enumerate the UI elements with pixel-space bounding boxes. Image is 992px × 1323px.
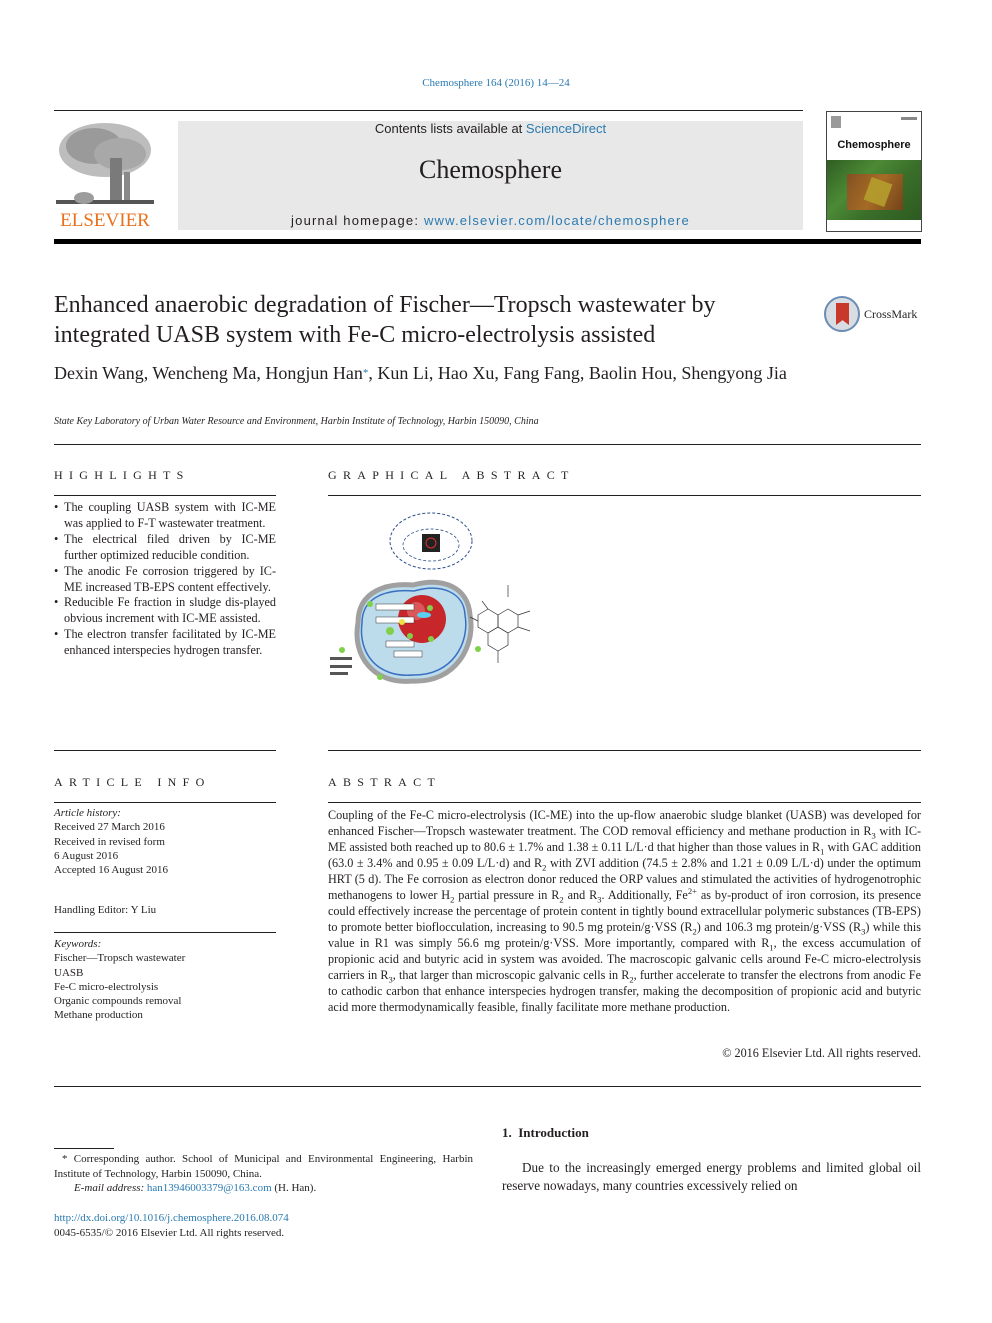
- introduction-text: Due to the increasingly emerged energy p…: [502, 1159, 921, 1195]
- journal-cover-thumbnail[interactable]: Chemosphere: [826, 111, 922, 232]
- authors-part-1: Dexin Wang, Wencheng Ma, Hongjun Han: [54, 363, 363, 383]
- elsevier-tree-icon: [56, 123, 154, 204]
- elsevier-wordmark: ELSEVIER: [60, 210, 150, 231]
- doi-link[interactable]: http://dx.doi.org/10.1016/j.chemosphere.…: [54, 1212, 289, 1224]
- corresponding-author-note: * Corresponding author. School of Munici…: [54, 1153, 473, 1180]
- history-entry: 6 August 2016: [54, 849, 119, 862]
- article-info-heading: ARTICLE INFO: [54, 775, 211, 789]
- abstract-body: Coupling of the Fe-C micro-electrolysis …: [328, 808, 922, 1014]
- journal-homepage-link[interactable]: www.elsevier.com/locate/chemosphere: [424, 213, 690, 228]
- highlight-item: Reducible Fe fraction in sludge dis-play…: [54, 595, 276, 627]
- abstract-heading: ABSTRACT: [328, 775, 442, 789]
- homepage-prefix: journal homepage:: [291, 213, 424, 228]
- footnotes: * Corresponding author. School of Munici…: [54, 1152, 473, 1196]
- cover-issn-mark: [901, 117, 917, 120]
- article-info-rule: [54, 802, 276, 803]
- highlights-end-rule: [54, 750, 276, 751]
- keyword: Organic compounds removal: [54, 995, 182, 1008]
- sciencedirect-link[interactable]: ScienceDirect: [526, 121, 606, 136]
- highlights-rule: [54, 495, 276, 496]
- highlights-list: The coupling UASB system with IC-ME was …: [54, 500, 276, 659]
- contents-line: Contents lists available at ScienceDirec…: [178, 121, 803, 136]
- abstract-copyright: © 2016 Elsevier Ltd. All rights reserved…: [722, 1046, 921, 1060]
- ga-carrier-photo: [422, 534, 440, 552]
- article-history-label: Article history:: [54, 807, 121, 819]
- email-suffix: (H. Han).: [271, 1182, 317, 1194]
- issn-copyright: 0045-6535/© 2016 Elsevier Ltd. All right…: [54, 1227, 285, 1239]
- introduction-paragraph: Due to the increasingly emerged energy p…: [502, 1160, 921, 1193]
- history-entry: Accepted 16 August 2016: [54, 864, 168, 877]
- keyword: UASB: [54, 966, 84, 979]
- cover-title: Chemosphere: [837, 139, 911, 151]
- crossmark-label: CrossMark: [864, 307, 918, 321]
- author-list: Dexin Wang, Wencheng Ma, Hongjun Han*, K…: [54, 362, 814, 384]
- journal-citation[interactable]: Chemosphere 164 (2016) 14—24: [0, 77, 992, 89]
- authors-part-2: , Kun Li, Hao Xu, Fang Fang, Baolin Hou,…: [368, 363, 787, 383]
- abstract-rule: [328, 802, 921, 803]
- cover-elsevier-icon: [831, 116, 841, 128]
- journal-title: Chemosphere: [419, 155, 562, 184]
- highlights-heading: HIGHLIGHTS: [54, 468, 190, 482]
- graphical-abstract-heading: GRAPHICAL ABSTRACT: [328, 468, 575, 482]
- contents-prefix: Contents lists available at: [374, 121, 526, 136]
- keywords-rule: [54, 932, 276, 933]
- graphical-abstract-rule: [328, 495, 921, 496]
- keywords-label: Keywords:: [54, 938, 102, 950]
- header-thick-rule: [54, 239, 921, 244]
- crossmark-button[interactable]: CrossMark: [824, 296, 924, 334]
- title-divider: [54, 444, 921, 445]
- email-link[interactable]: han13946003379@163.com: [147, 1182, 272, 1194]
- journal-homepage-line: journal homepage: www.elsevier.com/locat…: [178, 213, 803, 228]
- journal-masthead: Contents lists available at ScienceDirec…: [178, 121, 803, 230]
- keywords-list: Keywords: Fischer—Tropsch wastewater UAS…: [54, 937, 276, 1023]
- graphical-abstract-end-rule: [328, 750, 921, 751]
- highlight-item: The coupling UASB system with IC-ME was …: [54, 500, 276, 532]
- highlight-item: The electron transfer facilitated by IC-…: [54, 627, 276, 659]
- cover-leaf-image: [827, 160, 921, 220]
- article-history: Article history: Received 27 March 2016 …: [54, 806, 276, 918]
- affiliation: State Key Laboratory of Urban Water Reso…: [54, 416, 539, 427]
- highlight-item: The electrical filed driven by IC-ME fur…: [54, 532, 276, 564]
- graphical-abstract-figure[interactable]: [328, 505, 538, 690]
- email-label: E-mail address:: [74, 1182, 147, 1194]
- footnote-rule: [54, 1148, 114, 1149]
- elsevier-logo[interactable]: ELSEVIER: [54, 120, 156, 232]
- article-title: Enhanced anaerobic degradation of Fische…: [54, 292, 716, 348]
- front-matter-end-rule: [54, 1086, 921, 1087]
- history-entry: Received 27 March 2016: [54, 821, 165, 834]
- crossmark-icon: [824, 296, 860, 332]
- keyword: Fischer—Tropsch wastewater: [54, 952, 186, 965]
- keyword: Fe-C micro-electrolysis: [54, 980, 159, 993]
- introduction-heading: 1. Introduction: [502, 1125, 589, 1140]
- highlight-item: The anodic Fe corrosion triggered by IC-…: [54, 564, 276, 596]
- email-line: E-mail address: han13946003379@163.com (…: [54, 1181, 473, 1196]
- history-entry: Received in revised form: [54, 835, 165, 848]
- doi-block: http://dx.doi.org/10.1016/j.chemosphere.…: [54, 1211, 473, 1241]
- header-top-rule: [54, 110, 803, 111]
- keyword: Methane production: [54, 1009, 143, 1022]
- handling-editor: Handling Editor: Y Liu: [54, 904, 157, 917]
